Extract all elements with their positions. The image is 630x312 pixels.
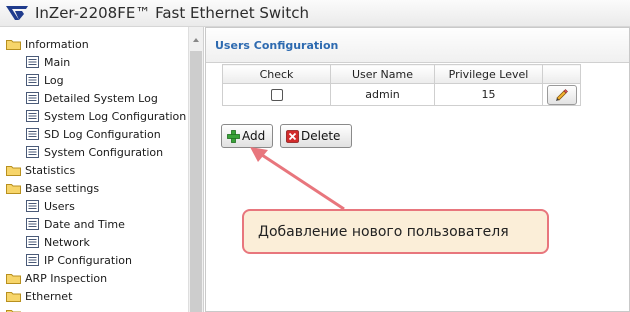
page-icon bbox=[26, 128, 39, 140]
users-table: Check User Name Privilege Level admin 15 bbox=[222, 64, 581, 106]
page-icon bbox=[26, 92, 39, 104]
folder-icon bbox=[6, 166, 21, 176]
delete-icon bbox=[286, 129, 299, 143]
page-icon bbox=[26, 218, 39, 230]
sidebar-item-users[interactable]: Users bbox=[26, 197, 75, 215]
page-icon bbox=[26, 74, 39, 86]
sidebar-group-label: Information bbox=[25, 37, 89, 51]
sidebar-group-arp-inspection[interactable]: ARP Inspection bbox=[6, 269, 107, 287]
panel-title: Users Configuration bbox=[215, 39, 339, 52]
table-header-row: Check User Name Privilege Level bbox=[222, 64, 581, 84]
sidebar-item-label: Users bbox=[44, 199, 75, 213]
column-header-check: Check bbox=[222, 64, 331, 84]
privilege-level-cell: 15 bbox=[434, 83, 543, 106]
sidebar-item-label: Network bbox=[44, 235, 90, 249]
sidebar-item-label: System Log Configuration bbox=[44, 109, 187, 123]
page-icon bbox=[26, 200, 39, 212]
sidebar-item-sd-log-configuration[interactable]: SD Log Configuration bbox=[26, 125, 161, 143]
sidebar-group-ethernet[interactable]: Ethernet bbox=[6, 287, 72, 305]
panel-header: Users Configuration bbox=[206, 28, 629, 63]
folder-icon bbox=[6, 292, 21, 302]
page-icon bbox=[26, 56, 39, 68]
sidebar-group-label: ARP Inspection bbox=[25, 271, 108, 285]
add-user-button[interactable]: Add bbox=[221, 124, 273, 148]
inzer-logo-icon bbox=[6, 6, 28, 20]
sidebar-item-label: Main bbox=[44, 55, 71, 69]
delete-user-button[interactable]: Delete bbox=[280, 124, 352, 148]
page-icon bbox=[26, 110, 39, 122]
delete-button-label: Delete bbox=[301, 129, 341, 143]
actions-cell bbox=[542, 83, 581, 106]
sidebar-item-date-and-time[interactable]: Date and Time bbox=[26, 215, 125, 233]
page-icon bbox=[26, 254, 39, 266]
scrollbar-thumb[interactable] bbox=[190, 51, 202, 312]
sidebar-item-label: IP Configuration bbox=[44, 253, 132, 267]
sidebar-item-ip-configuration[interactable]: IP Configuration bbox=[26, 251, 132, 269]
pencil-icon bbox=[555, 88, 568, 101]
sidebar-item-label: Detailed System Log bbox=[44, 91, 158, 105]
sidebar-item-log[interactable]: Log bbox=[26, 71, 64, 89]
sidebar-group-label: Statistics bbox=[25, 163, 76, 177]
sidebar-nav: Information Main Log Detailed System Log… bbox=[0, 27, 204, 312]
sidebar-group-partial[interactable] bbox=[6, 305, 25, 312]
row-checkbox[interactable] bbox=[270, 89, 283, 101]
sidebar-item-label: Log bbox=[44, 73, 64, 87]
sidebar-item-network[interactable]: Network bbox=[26, 233, 90, 251]
folder-icon bbox=[6, 310, 21, 312]
page-icon bbox=[26, 236, 39, 248]
sidebar-item-system-log-configuration[interactable]: System Log Configuration bbox=[26, 107, 186, 125]
app-title: InZer-2208FE™ Fast Ethernet Switch bbox=[35, 4, 309, 22]
page-icon bbox=[26, 146, 39, 158]
app-header: InZer-2208FE™ Fast Ethernet Switch bbox=[0, 0, 630, 27]
folder-icon bbox=[6, 274, 21, 284]
sidebar-group-label: Base settings bbox=[25, 181, 100, 195]
sidebar-item-label: System Configuration bbox=[44, 145, 164, 159]
sidebar-group-statistics[interactable]: Statistics bbox=[6, 161, 75, 179]
app-window: InZer-2208FE™ Fast Ethernet Switch Infor… bbox=[0, 0, 630, 312]
check-cell bbox=[222, 83, 331, 106]
table-row: admin 15 bbox=[222, 83, 581, 106]
column-header-privilege-level: Privilege Level bbox=[434, 64, 543, 84]
sidebar-item-main[interactable]: Main bbox=[26, 53, 70, 71]
annotation-text: Добавление нового пользователя bbox=[258, 223, 509, 240]
scroll-up-arrow-icon[interactable] bbox=[193, 38, 199, 42]
main-content: Users Configuration Check User Name Priv… bbox=[205, 27, 630, 312]
sidebar-group-base-settings[interactable]: Base settings bbox=[6, 179, 99, 197]
sidebar-item-label: SD Log Configuration bbox=[44, 127, 161, 141]
user-name-cell: admin bbox=[330, 83, 435, 106]
sidebar-item-label: Date and Time bbox=[44, 217, 125, 231]
users-configuration-panel: Users Configuration Check User Name Priv… bbox=[205, 27, 630, 312]
folder-icon bbox=[6, 184, 21, 194]
sidebar-group-information[interactable]: Information bbox=[6, 35, 89, 53]
add-button-label: Add bbox=[242, 129, 266, 143]
edit-user-button[interactable] bbox=[546, 84, 577, 105]
column-header-user-name: User Name bbox=[330, 64, 435, 84]
sidebar-item-detailed-system-log[interactable]: Detailed System Log bbox=[26, 89, 158, 107]
sidebar-group-label: Ethernet bbox=[25, 289, 73, 303]
column-header-actions bbox=[542, 64, 581, 84]
folder-icon bbox=[6, 40, 21, 50]
sidebar-scrollbar[interactable] bbox=[188, 27, 203, 312]
annotation-callout: Добавление нового пользователя bbox=[242, 209, 549, 254]
sidebar-item-system-configuration[interactable]: System Configuration bbox=[26, 143, 163, 161]
plus-icon bbox=[227, 129, 240, 143]
